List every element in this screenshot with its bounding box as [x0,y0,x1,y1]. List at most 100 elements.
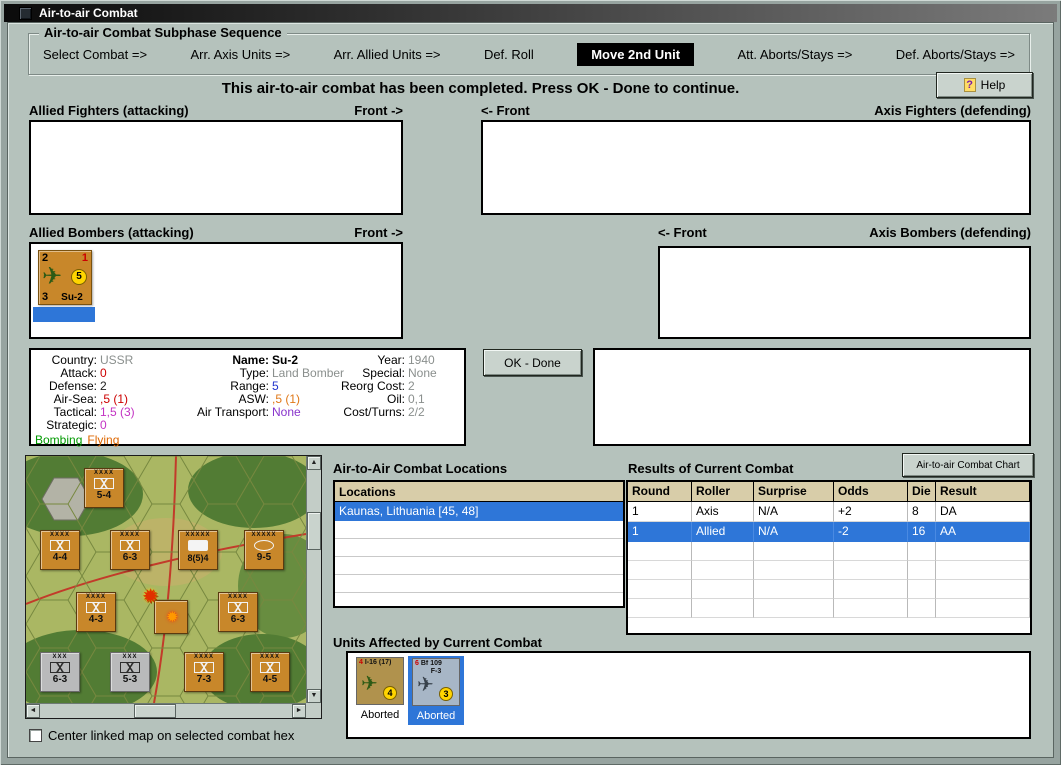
help-button[interactable]: ? Help [936,72,1033,98]
map-horizontal-scrollbar[interactable]: ◄ ► [26,703,306,718]
results-cell: DA [936,502,1030,522]
counter-top-right-value: 1 [81,252,88,264]
axis-fighters-front-label: <- Front [481,103,530,118]
location-row-empty [335,575,623,593]
titlebar[interactable]: Air-to-air Combat [4,4,1057,22]
affected-units-panel[interactable]: 4 I-16 (17) ✈ 4 Aborted 6 Bf 109 F-3 ✈ 3… [346,651,1031,739]
locations-list[interactable]: Locations Kaunas, Lithuania [45, 48] [333,480,625,608]
unit-info-panel: Country: USSR Attack: 0 Defense: 2 Air-Sea:… [29,348,466,447]
unit-size-label: XXXX [93,470,114,476]
infantry-symbol [228,602,248,613]
axis-bombers-panel[interactable] [658,246,1031,339]
bombing-status: Bombing [35,433,83,447]
map-unit-counter[interactable]: XXXX 5-4 [84,468,124,508]
unit-size-label: XXXX [119,532,140,538]
horizontal-scroll-thumb[interactable] [134,704,176,718]
unit-strength-label: 4-4 [52,552,68,563]
i16-unit-counter[interactable]: 4 I-16 (17) ✈ 4 [356,657,404,705]
help-label: Help [980,78,1006,92]
results-cell: N/A [754,502,834,522]
map-unit-counter[interactable]: XXXX 4-3 [76,592,116,632]
map-unit-counter[interactable]: XXX 5-3 [110,652,150,692]
strength-circle: 4 [383,686,397,700]
su2-unit-counter[interactable]: 2 1 ✈ 5 3 Su-2 [38,250,92,305]
affected-unit-i16[interactable]: 4 I-16 (17) ✈ 4 Aborted [354,657,406,724]
location-row[interactable]: Kaunas, Lithuania [45, 48] [335,502,623,521]
step-arr-axis-units: Arr. Axis Units => [190,46,291,62]
map-vertical-scrollbar[interactable]: ▲ ▼ [306,456,321,703]
map-unit-counter[interactable]: XXXXX 8(5)4 [178,530,218,570]
scrollbar-corner [306,703,321,718]
allied-fighters-front-label: Front -> [354,103,403,118]
info-value: 2/2 [408,405,425,419]
results-row-empty [628,580,1030,599]
allied-bombers-label: Allied Bombers (attacking) [29,225,194,240]
location-row-empty [335,557,623,575]
results-header-cell: Surprise [754,482,834,502]
bf109-unit-counter[interactable]: 6 Bf 109 F-3 ✈ 3 [412,658,460,706]
map-unit-counter[interactable]: XXXX 4-4 [40,530,80,570]
ok-done-button[interactable]: OK - Done [483,349,582,376]
infantry-symbol [260,662,280,673]
explosion-icon: ✹ [166,609,179,626]
infantry-symbol [94,478,114,489]
affected-unit-bf109[interactable]: 6 Bf 109 F-3 ✈ 3 Aborted [408,656,464,725]
unit-strength-label: 4-3 [88,614,104,625]
map: XXXX 5-4 XXXX 4-4 XXXX 6-3 XXXXX 8(5)4 X… [25,455,322,719]
results-row[interactable]: 1 Allied N/A -2 16 AA [628,522,1030,542]
results-cell: -2 [834,522,908,542]
sequence-steps: Select Combat => Arr. Axis Units => Arr.… [29,34,1029,74]
locations-title: Air-to-Air Combat Locations [333,461,508,476]
combat-chart-button[interactable]: Air-to-air Combat Chart [902,453,1034,477]
results-row[interactable]: 1 Axis N/A +2 8 DA [628,502,1030,522]
unit-status-label: Aborted [416,710,456,722]
unit-status-label: Aborted [360,709,400,721]
location-row-empty [335,539,623,557]
results-table: Round Roller Surprise Odds Die Result 1 … [626,480,1032,635]
infantry-symbol [50,540,70,551]
unit-info-column-1: Country: USSR Attack: 0 Defense: 2 Air-Sea:… [35,354,135,447]
info-label: Cost/Turns: [343,405,405,419]
unit-info-column-3: Year: 1940 Special: None Reorg Cost: 2 Oil:… [329,354,437,419]
map-unit-counter[interactable]: XXXXX 9-5 [244,530,284,570]
help-icon: ? [963,78,976,92]
axis-fighters-label: Axis Fighters (defending) [874,103,1031,118]
plane-icon: ✈ [42,263,63,290]
allied-fighters-panel[interactable] [29,120,403,215]
unit-strength-label: 5-4 [96,490,112,501]
results-row-empty [628,542,1030,561]
map-unit-counter[interactable]: XXXX 4-5 [250,652,290,692]
map-unit-counter[interactable]: XXX 6-3 [40,652,80,692]
step-def-roll: Def. Roll [483,46,534,62]
vertical-scroll-thumb[interactable] [307,512,321,550]
map-unit-counter[interactable]: XXXX 6-3 [218,592,258,632]
unit-strength-label: 5-3 [122,674,138,685]
step-select-combat: Select Combat => [43,46,148,62]
allied-bombers-panel[interactable]: 2 1 ✈ 5 3 Su-2 [29,242,403,339]
results-header-row: Round Roller Surprise Odds Die Result [628,482,1030,502]
scroll-up-arrow[interactable]: ▲ [307,456,321,470]
scroll-right-arrow[interactable]: ► [292,704,306,718]
info-label: Air Transport: [196,405,269,419]
map-unit-counter[interactable]: XXXX 7-3 [184,652,224,692]
unit-strength-label: 7-3 [196,674,212,685]
plane-icon: ✈ [417,674,434,696]
center-map-checkbox-label: Center linked map on selected combat hex [48,728,295,743]
locations-header: Locations [335,482,623,502]
scroll-down-arrow[interactable]: ▼ [307,689,321,703]
counter-designation: 4 I-16 (17) [359,659,392,666]
info-value: None [272,405,301,419]
results-cell: +2 [834,502,908,522]
map-unit-counter[interactable]: XXXX 6-3 [110,530,150,570]
infantry-symbol [120,662,140,673]
map-view[interactable]: XXXX 5-4 XXXX 4-4 XXXX 6-3 XXXXX 8(5)4 X… [26,456,306,703]
center-map-checkbox[interactable] [29,729,42,742]
affected-units-title: Units Affected by Current Combat [333,635,542,650]
results-cell: 1 [628,502,692,522]
scroll-left-arrow[interactable]: ◄ [26,704,40,718]
app-icon[interactable] [19,6,32,20]
unit-strength-label: 9-5 [256,552,272,563]
client-area: Air-to-air Combat Subphase Sequence Sele… [7,22,1054,758]
axis-fighters-panel[interactable] [481,120,1031,215]
allied-bombers-front-label: Front -> [354,225,403,240]
